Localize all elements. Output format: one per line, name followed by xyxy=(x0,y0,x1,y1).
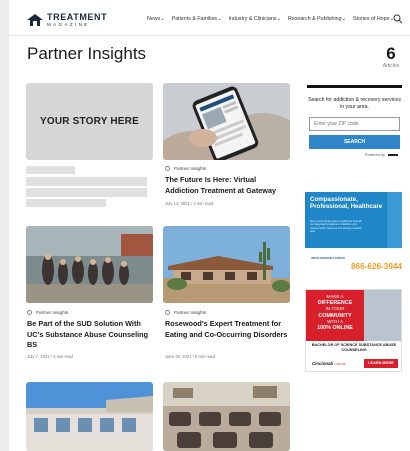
ad-school-logo: Cincinnati ONLINE xyxy=(312,361,346,366)
ad-body: We provide whole-person healthcare throu… xyxy=(310,220,362,234)
zip-search-button[interactable]: SEARCH xyxy=(309,135,400,149)
nav-label: Patients & Families xyxy=(171,16,218,22)
chevron-down-icon: ⌄ xyxy=(341,16,346,22)
skeleton-line xyxy=(26,188,147,197)
site-logo[interactable]: TREATMENT MAGAZINE xyxy=(27,13,107,28)
article-count: 6 Articles xyxy=(376,45,406,69)
nav-label: Research & Publishing xyxy=(287,16,342,22)
article-meta: July 14, 2021 / 4 min read xyxy=(165,201,214,206)
zip-finder-widget: Search for addiction & recovery services… xyxy=(307,85,402,169)
ad-school: Cincinnati xyxy=(312,361,334,366)
phone-photo xyxy=(163,83,290,160)
article-category[interactable]: Partner Insights xyxy=(165,310,206,315)
partner-logo-icon xyxy=(388,154,398,156)
nav-item-patients-families[interactable]: Patients & Families⌄ xyxy=(172,16,222,22)
article-image-facility[interactable] xyxy=(26,382,153,451)
placeholder-text: YOUR STORY HERE xyxy=(40,116,139,127)
powered-by: Powered by xyxy=(307,153,398,157)
zip-prompt: Search for addiction & recovery services… xyxy=(308,97,401,110)
article-image-phone[interactable] xyxy=(163,83,290,160)
nav-label: Industry & Clinicians xyxy=(228,16,277,22)
nav-label: News xyxy=(147,16,161,22)
logo-title: TREATMENT xyxy=(47,12,108,22)
ad-phone: 866-626-3944 xyxy=(351,262,402,271)
article-image-building[interactable] xyxy=(163,226,290,303)
article-count-label: Articles xyxy=(382,63,400,69)
main-nav: News⌄ Patients & Families⌄ Industry & Cl… xyxy=(147,16,394,22)
ad-line: 100% ONLINE xyxy=(317,325,353,332)
ad-photo xyxy=(364,290,401,341)
article-title[interactable]: The Future Is Here: Virtual Addiction Tr… xyxy=(165,175,291,196)
article-meta: June 25, 2021 / 5 min read xyxy=(165,354,215,359)
zip-code-input[interactable] xyxy=(309,117,400,131)
house-logo-icon xyxy=(27,14,43,27)
chevron-down-icon: ⌄ xyxy=(217,16,222,22)
ad-learn-more-button[interactable]: LEARN MORE xyxy=(364,359,398,368)
article-category[interactable]: Partner Insights xyxy=(27,310,68,315)
article-image-group-room[interactable] xyxy=(163,382,290,451)
search-icon[interactable] xyxy=(393,14,403,24)
logo-subtitle: MAGAZINE xyxy=(47,22,90,27)
chevron-down-icon: ⌄ xyxy=(160,16,165,22)
article-category[interactable]: Partner Insights xyxy=(165,166,206,171)
ad-cincinnati-online[interactable]: MAKE A DIFFERENCE IN YOUR COMMUNITY WITH… xyxy=(305,289,402,372)
group-room-photo xyxy=(163,382,290,451)
article-title[interactable]: Be Part of the SUD Solution With UC's Su… xyxy=(27,319,154,351)
page: TREATMENT MAGAZINE News⌄ Patients & Fami… xyxy=(9,0,410,451)
your-story-placeholder[interactable]: YOUR STORY HERE xyxy=(26,83,153,160)
site-header: TREATMENT MAGAZINE News⌄ Patients & Fami… xyxy=(9,0,410,36)
nav-item-news[interactable]: News⌄ xyxy=(147,16,165,22)
ad-headline: Compassionate, Professional, Healthcare xyxy=(310,196,383,211)
article-image-students[interactable] xyxy=(26,226,153,303)
ad-school-suffix: ONLINE xyxy=(334,362,346,366)
nav-item-research-publishing[interactable]: Research & Publishing⌄ xyxy=(288,16,346,22)
facility-photo xyxy=(26,382,153,451)
article-meta: July 7, 2021 / 4 min read xyxy=(27,354,73,359)
skeleton-line xyxy=(26,199,106,207)
article-count-number: 6 xyxy=(386,44,396,63)
ad-indian-river[interactable]: Compassionate, Professional, Healthcare … xyxy=(305,192,402,275)
skeleton-line xyxy=(26,177,147,186)
ad-degree: BACHELOR OF SCIENCE SUBSTANCE ABUSE COUN… xyxy=(311,343,397,352)
nav-item-stories-of-hope[interactable]: Stories of Hope⌄ xyxy=(353,16,394,22)
building-photo xyxy=(163,226,290,303)
widget-top-bar xyxy=(307,85,402,88)
skeleton-line xyxy=(26,166,75,174)
chevron-down-icon: ⌄ xyxy=(276,16,281,22)
ad-org: INDIAN RIVER/HELP CENTER xyxy=(311,257,345,260)
nav-item-industry-clinicians[interactable]: Industry & Clinicians⌄ xyxy=(229,16,281,22)
article-title[interactable]: Rosewood's Expert Treatment for Eating a… xyxy=(165,319,292,340)
students-photo xyxy=(26,226,153,303)
ad-copy: MAKE A DIFFERENCE IN YOUR COMMUNITY WITH… xyxy=(309,294,361,331)
powered-by-label: Powered by xyxy=(364,153,385,157)
page-title: Partner Insights xyxy=(27,44,147,63)
nav-label: Stories of Hope xyxy=(353,16,390,22)
